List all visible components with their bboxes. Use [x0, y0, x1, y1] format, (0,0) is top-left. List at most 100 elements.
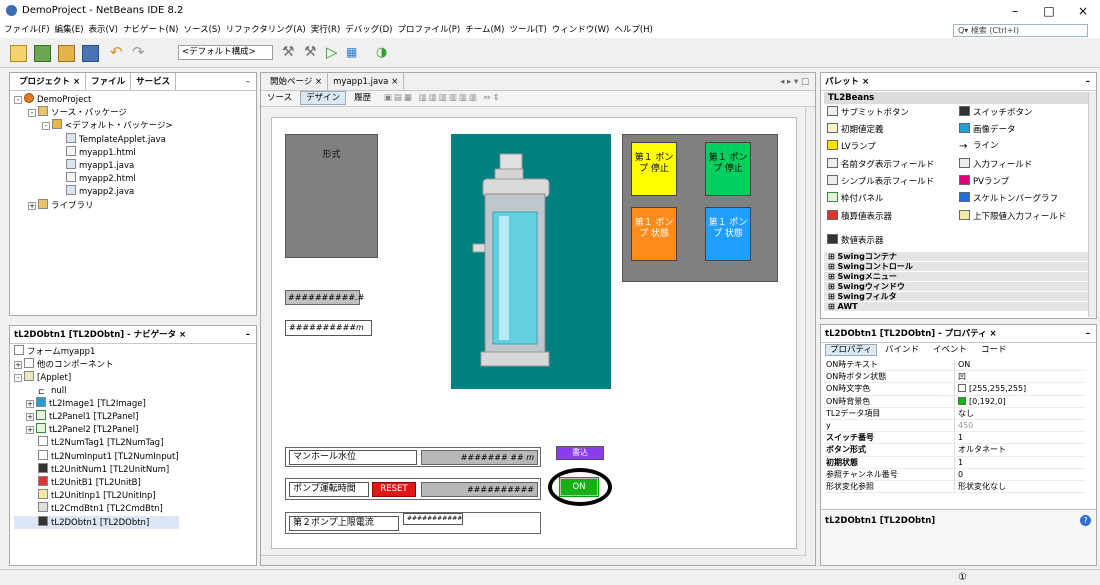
- tree-item-myapp1-java[interactable]: myapp1.java: [14, 159, 173, 172]
- palette-item-name-tag-field[interactable]: 名前タグ表示フィールド: [827, 158, 934, 171]
- pump1-stop-button-yellow[interactable]: 第１ ポンプ 停止: [631, 142, 677, 196]
- minimize-panel-button[interactable]: –: [246, 73, 250, 90]
- tab-files[interactable]: ファイル: [86, 73, 132, 90]
- nav-item-tl2panel1[interactable]: + tL2Panel1 [TL2Panel]: [14, 410, 179, 423]
- palette-item-framed-panel[interactable]: 枠付パネル: [827, 192, 884, 205]
- menu-view[interactable]: 表示(V): [89, 22, 118, 38]
- palette-item-limit-input[interactable]: 上下限値入力フィールド: [959, 210, 1066, 223]
- collapse-icon[interactable]: -: [14, 96, 22, 104]
- property-row[interactable]: スイッチ番号 1: [824, 432, 1086, 445]
- property-row[interactable]: 初期状態 1: [824, 456, 1086, 469]
- property-value[interactable]: 形状変化なし: [954, 481, 1074, 493]
- open-project-icon[interactable]: [58, 45, 75, 62]
- expand-icon[interactable]: +: [26, 399, 34, 408]
- tab-services[interactable]: サービス: [131, 73, 177, 90]
- tree-item-source-packages[interactable]: - ソース・パッケージ: [14, 106, 173, 119]
- property-value[interactable]: 凹: [954, 371, 1074, 384]
- search-input[interactable]: Q▾ 検索 (Ctrl+I): [953, 24, 1088, 37]
- property-row[interactable]: 参照チャンネル番号 0: [824, 468, 1086, 481]
- menu-debug[interactable]: デバッグ(D): [345, 22, 392, 38]
- palette-item-numeric-display[interactable]: 数値表示器: [827, 234, 884, 247]
- tree-item-demoproject[interactable]: - DemoProject: [14, 93, 173, 106]
- nav-item-form[interactable]: フォームmyapp1: [14, 345, 179, 358]
- menu-source[interactable]: ソース(S): [184, 22, 221, 38]
- property-value[interactable]: ON: [954, 359, 1074, 371]
- nav-item-tl2numinput1[interactable]: tL2NumInput1 [TL2NumInput]: [14, 449, 179, 463]
- palette-category-swing-windows[interactable]: ⊞ Swingウィンドウ: [824, 282, 1089, 292]
- tree-item-myapp2-java[interactable]: myapp2.java: [14, 185, 173, 198]
- menu-team[interactable]: チーム(M): [465, 22, 504, 38]
- debug-icon[interactable]: ▦: [346, 45, 363, 62]
- panel-shape-box[interactable]: 形式: [285, 134, 378, 258]
- property-row[interactable]: ボタン形式 オルタネート: [824, 444, 1086, 457]
- menu-profile[interactable]: プロファイル(P): [397, 22, 460, 38]
- tree-item-myapp2-html[interactable]: myapp2.html: [14, 172, 173, 185]
- nav-item-tl2panel2[interactable]: + tL2Panel2 [TL2Panel]: [14, 423, 179, 436]
- subtab-design[interactable]: デザイン: [300, 91, 347, 105]
- palette-category-tl2beans[interactable]: TL2Beans: [824, 92, 1089, 104]
- palette-scrollbar[interactable]: [1088, 92, 1096, 317]
- numinput-field[interactable]: ##########m: [285, 320, 372, 336]
- nav-item-tl2unitnum1[interactable]: tL2UnitNum1 [TL2UnitNum]: [14, 462, 179, 476]
- on-toggle-button[interactable]: ON: [559, 477, 599, 497]
- menu-tools[interactable]: ツール(T): [509, 22, 546, 38]
- expand-icon[interactable]: +: [14, 361, 22, 370]
- property-row[interactable]: TL2データ項目 なし: [824, 407, 1086, 420]
- design-canvas[interactable]: 形式 第１ ポンプ 停止 第１ ポンプ 停止 第１ ポンプ 状態 第１ ポンプ …: [271, 117, 797, 549]
- palette-item-integrated-value[interactable]: 積算値表示器: [827, 210, 892, 223]
- tree-item-default-package[interactable]: - <デフォルト・パッケージ>: [14, 119, 173, 132]
- expand-icon[interactable]: +: [28, 201, 36, 210]
- palette-category-swing-controls[interactable]: ⊞ Swingコントロール: [824, 262, 1089, 272]
- palette-category-awt[interactable]: ⊞ AWT: [824, 302, 1089, 312]
- nav-item-tl2cmdbtn1[interactable]: tL2CmdBtn1 [TL2CmdBtn]: [14, 502, 179, 515]
- property-row[interactable]: 形状変化参照 形状変化なし: [824, 481, 1086, 494]
- menu-navigate[interactable]: ナビゲート(N): [123, 22, 179, 38]
- collapse-icon[interactable]: -: [28, 109, 36, 118]
- collapse-icon[interactable]: -: [42, 122, 50, 131]
- property-value[interactable]: オルタネート: [954, 444, 1074, 457]
- tab-code[interactable]: コード: [981, 345, 1007, 355]
- nav-item-applet[interactable]: - [Applet]: [14, 371, 179, 384]
- nav-item-other-components[interactable]: + 他のコンポーネント: [14, 358, 179, 371]
- minimize-panel-button[interactable]: –: [246, 326, 250, 343]
- minimize-panel-button[interactable]: –: [1086, 73, 1090, 90]
- nav-item-tl2numtag1[interactable]: tL2NumTag1 [TL2NumTag]: [14, 436, 179, 449]
- palette-item-simple-display[interactable]: シンプル表示フィールド: [827, 175, 934, 188]
- tab-bind[interactable]: バインド: [885, 345, 919, 355]
- tab-events[interactable]: イベント: [933, 345, 967, 355]
- property-row[interactable]: ON時背景色 [0,192,0]: [824, 395, 1086, 408]
- property-row[interactable]: ON時文字色 [255,255,255]: [824, 383, 1086, 396]
- tab-properties[interactable]: プロパティ: [825, 344, 877, 356]
- palette-item-switch-button[interactable]: スイッチボタン: [959, 106, 1033, 119]
- palette-category-swing-menus[interactable]: ⊞ Swingメニュー: [824, 272, 1089, 282]
- palette-item-skeleton-bar-graph[interactable]: スケルトンバーグラフ: [959, 192, 1058, 205]
- palette-title[interactable]: パレット ×: [825, 77, 869, 87]
- pump1-stop-button-green[interactable]: 第１ ポンプ 停止: [705, 142, 751, 196]
- property-value[interactable]: 0: [954, 468, 1074, 481]
- maximize-button[interactable]: □: [1034, 2, 1064, 20]
- property-row[interactable]: y 450: [824, 420, 1086, 433]
- tree-item-myapp1-html[interactable]: myapp1.html: [14, 145, 173, 159]
- save-all-icon[interactable]: [82, 45, 99, 62]
- subtab-source[interactable]: ソース: [267, 93, 292, 103]
- close-button[interactable]: ×: [1068, 2, 1098, 20]
- menu-window[interactable]: ウィンドウ(W): [552, 22, 610, 38]
- clean-build-icon[interactable]: ⚒: [304, 45, 321, 62]
- nav-item-tl2unitinp1[interactable]: tL2UnitInp1 [TL2UnitInp]: [14, 489, 179, 502]
- navigator-title[interactable]: tL2DObtn1 [TL2DObtn] - ナビゲータ ×: [14, 330, 186, 340]
- expand-icon[interactable]: +: [26, 426, 34, 435]
- menu-run[interactable]: 実行(R): [311, 22, 341, 38]
- palette-item-pv-lamp[interactable]: PVランプ: [959, 175, 1009, 188]
- palette-item-initial-value[interactable]: 初期値定義: [827, 123, 884, 136]
- editor-horizontal-scrollbar[interactable]: [261, 555, 815, 565]
- editor-vertical-scrollbar[interactable]: [805, 107, 815, 557]
- tree-item-templateapplet[interactable]: TemplateApplet.java: [14, 132, 173, 146]
- property-row[interactable]: ON時テキスト ON: [824, 359, 1086, 372]
- nav-item-tl2dobtn1[interactable]: tL2DObtn1 [TL2DObtn]: [14, 515, 179, 529]
- tab-start-page[interactable]: 開始ページ ×: [265, 73, 329, 90]
- pump1-status-button-blue[interactable]: 第１ ポンプ 状態: [705, 207, 751, 261]
- expand-icon[interactable]: +: [26, 413, 34, 422]
- palette-item-input-field[interactable]: 入力フィールド: [959, 158, 1032, 171]
- redo-icon[interactable]: ↷: [132, 45, 149, 62]
- new-file-icon[interactable]: [10, 45, 27, 62]
